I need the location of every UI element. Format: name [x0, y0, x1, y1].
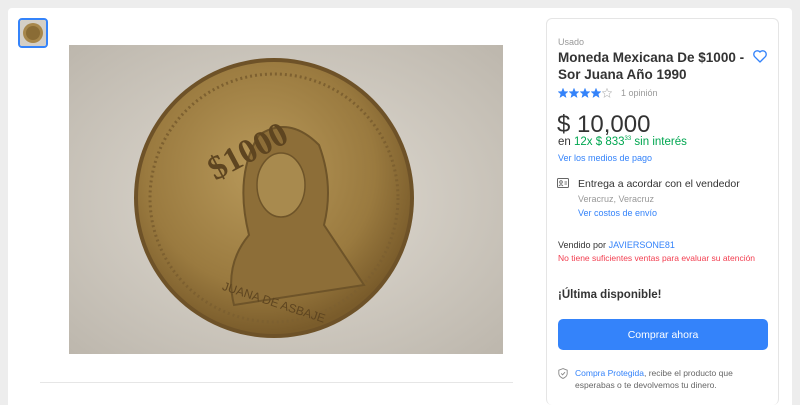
gallery-thumbnail[interactable] — [18, 18, 48, 48]
coin-photo: $1000 JUANA DE ASBAJE — [69, 45, 503, 354]
seller-prefix: Vendido por — [558, 240, 607, 250]
installments-suffix: sin interés — [634, 136, 687, 148]
rating-stars[interactable] — [558, 88, 612, 98]
reviews-count[interactable]: 1 opinión — [621, 88, 658, 98]
id-card-icon — [557, 178, 569, 188]
shipping-location: Veracruz, Veracruz — [578, 194, 655, 204]
star-filled-icon — [558, 88, 568, 98]
product-main-image[interactable]: $1000 JUANA DE ASBAJE — [69, 45, 503, 354]
installments: en 12x $ 83333 sin interés — [558, 136, 687, 148]
installment-cents: 33 — [624, 136, 632, 143]
seller-name-link[interactable]: JAVIERSONE81 — [609, 240, 675, 250]
star-filled-icon — [569, 88, 579, 98]
installments-prefix: en — [558, 136, 571, 148]
seller-info: Vendido por JAVIERSONE81 — [558, 240, 675, 250]
star-filled-icon — [580, 88, 590, 98]
condition-label: Usado — [558, 37, 585, 47]
shipping-title: Entrega a acordar con el vendedor — [578, 178, 740, 190]
divider — [40, 382, 513, 383]
product-title: Moneda Mexicana De $1000 - Sor Juana Año… — [558, 50, 745, 82]
price: $ 10,000 — [557, 111, 651, 138]
favorite-heart-icon[interactable] — [752, 48, 768, 64]
protection-link[interactable]: Compra Protegida — [575, 368, 644, 378]
installment-amount: $ 833 — [595, 136, 625, 148]
shield-icon — [558, 368, 568, 379]
buy-now-button[interactable]: Comprar ahora — [558, 319, 768, 350]
seller-warning: No tiene suficientes ventas para evaluar… — [558, 253, 756, 263]
star-empty-icon — [602, 88, 612, 98]
star-filled-icon — [591, 88, 601, 98]
coin-thumbnail-image — [20, 20, 46, 46]
installments-count: 12x — [574, 136, 593, 148]
shipping-costs-link[interactable]: Ver costos de envío — [578, 208, 657, 218]
payment-methods-link[interactable]: Ver los medios de pago — [558, 153, 652, 163]
stock-label: ¡Última disponible! — [558, 289, 662, 301]
purchase-protection: Compra Protegida, recibe el producto que… — [575, 367, 770, 391]
